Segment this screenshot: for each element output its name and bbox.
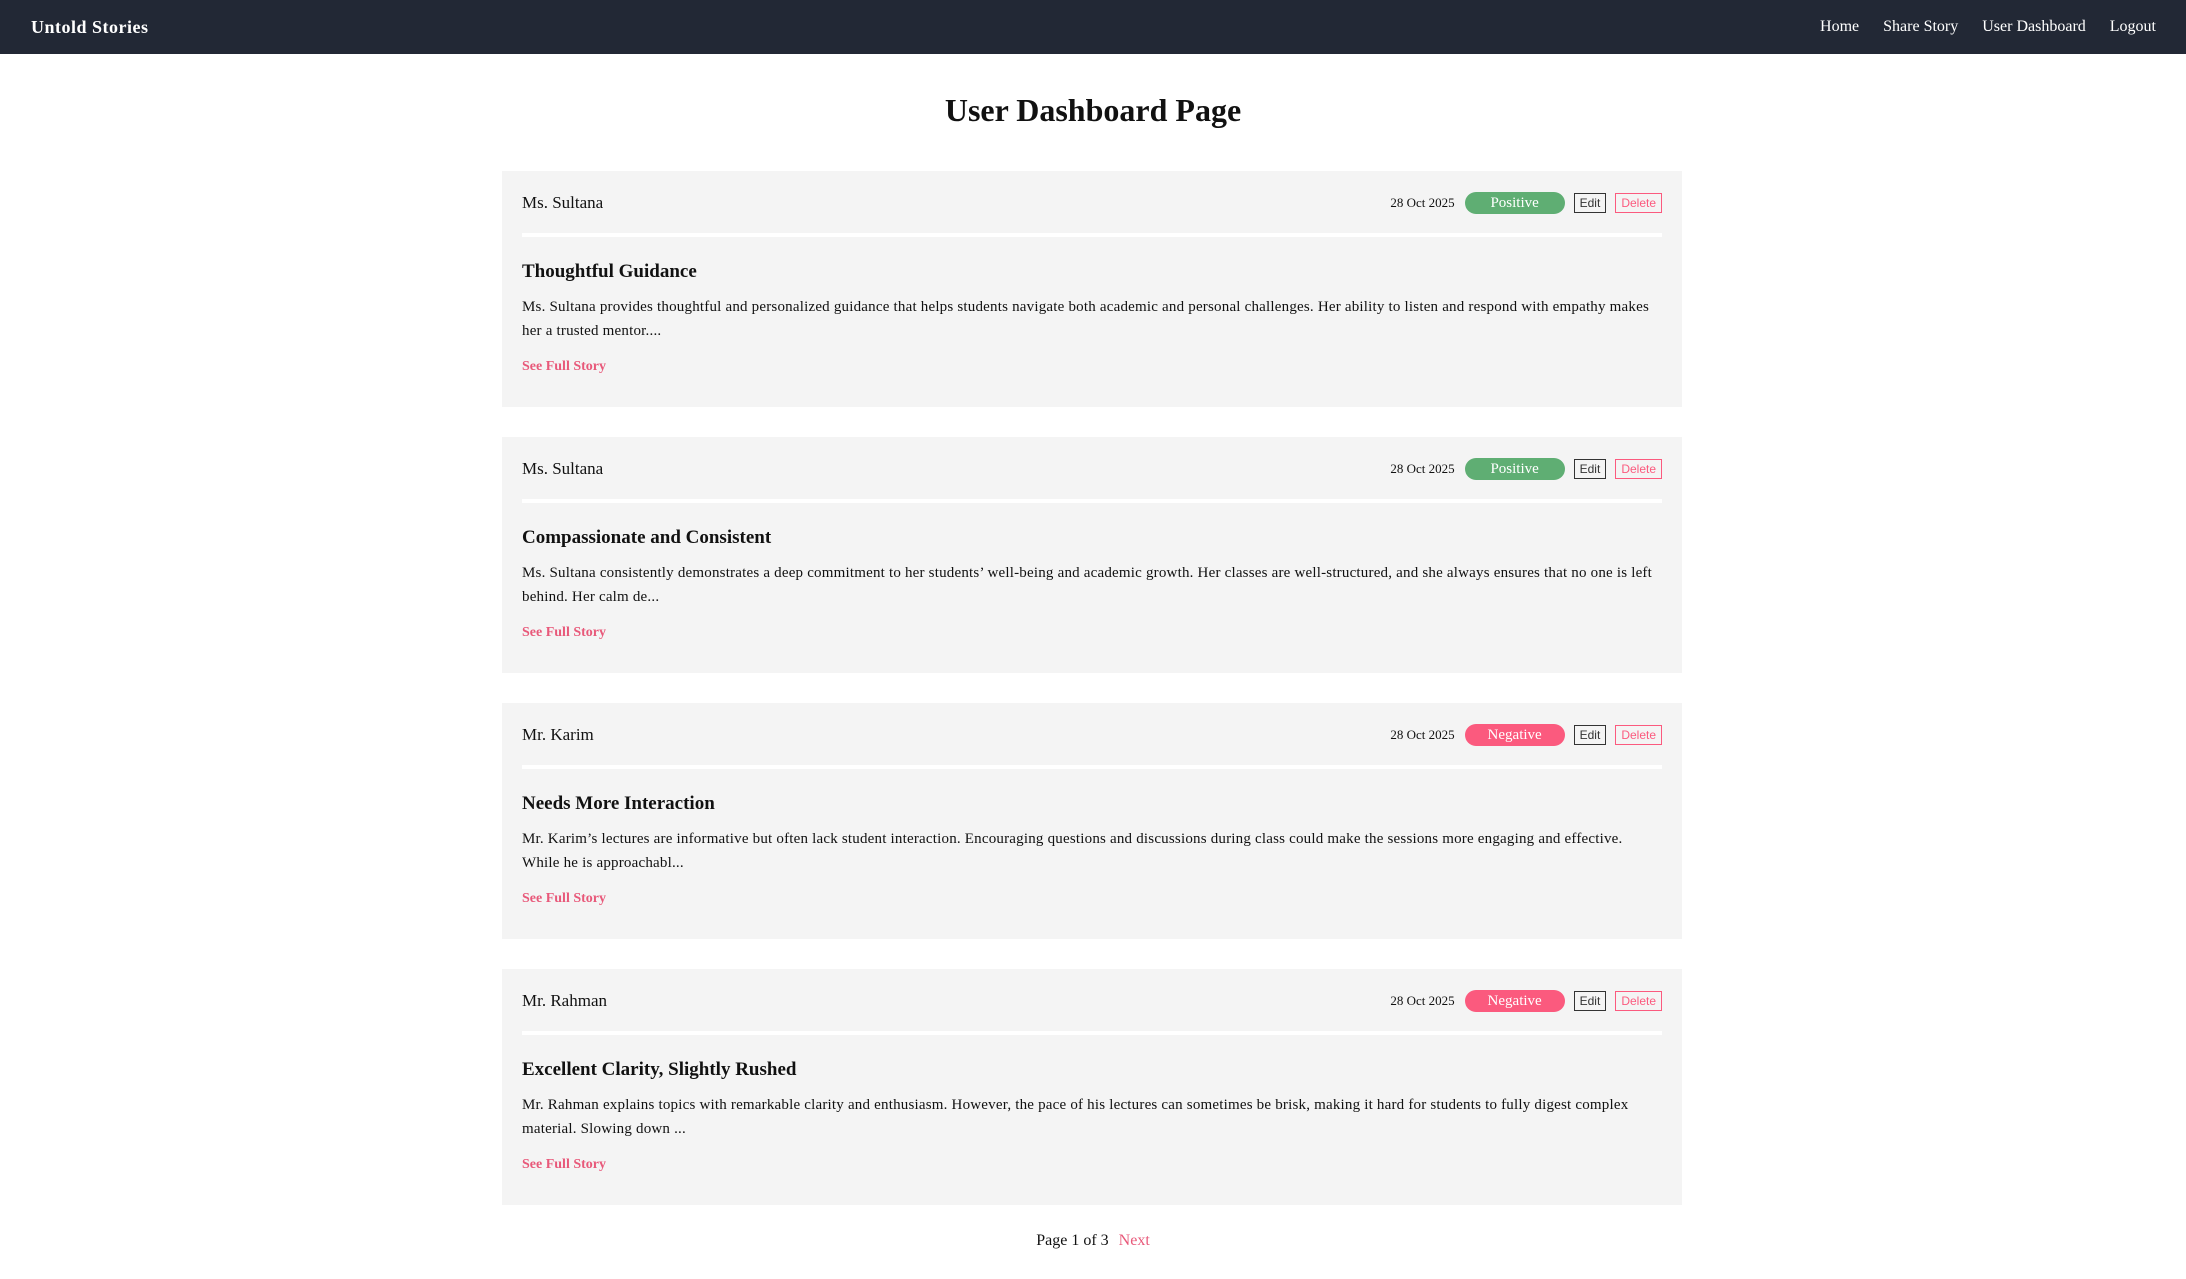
story-date: 28 Oct 2025 bbox=[1390, 460, 1455, 476]
story-card-header: Mr. Rahman 28 Oct 2025 Negative Edit Del… bbox=[522, 969, 1662, 1029]
delete-button[interactable]: Delete bbox=[1615, 458, 1662, 479]
story-title: Excellent Clarity, Slightly Rushed bbox=[522, 1059, 797, 1080]
next-page-link[interactable]: Next bbox=[1119, 1232, 1150, 1249]
card-divider bbox=[522, 499, 1662, 503]
story-date: 28 Oct 2025 bbox=[1390, 992, 1455, 1008]
brand-logo[interactable]: Untold Stories bbox=[31, 17, 149, 38]
sentiment-badge: Positive bbox=[1464, 457, 1565, 480]
delete-button[interactable]: Delete bbox=[1615, 192, 1662, 213]
see-full-story-link[interactable]: See Full Story bbox=[522, 359, 606, 375]
teacher-name: Mr. Karim bbox=[522, 724, 594, 744]
teacher-name: Ms. Sultana bbox=[522, 458, 604, 478]
story-title: Thoughtful Guidance bbox=[522, 261, 697, 282]
nav-link-user-dashboard[interactable]: User Dashboard bbox=[1982, 18, 2086, 36]
story-card-header: Ms. Sultana 28 Oct 2025 Positive Edit De… bbox=[522, 437, 1662, 497]
story-card: Ms. Sultana 28 Oct 2025 Positive Edit De… bbox=[502, 171, 1682, 407]
story-card: Mr. Karim 28 Oct 2025 Negative Edit Dele… bbox=[502, 703, 1682, 939]
see-full-story-link[interactable]: See Full Story bbox=[522, 1157, 606, 1173]
top-navbar: Untold Stories Home Share Story User Das… bbox=[0, 0, 2186, 54]
pagination: Page 1 of 3 Next bbox=[0, 1232, 2186, 1250]
story-excerpt: Ms. Sultana consistently demonstrates a … bbox=[522, 565, 1652, 605]
delete-button[interactable]: Delete bbox=[1615, 990, 1662, 1011]
card-divider bbox=[522, 765, 1662, 769]
story-card-header: Mr. Karim 28 Oct 2025 Negative Edit Dele… bbox=[522, 703, 1662, 763]
card-divider bbox=[522, 233, 1662, 237]
story-card: Mr. Rahman 28 Oct 2025 Negative Edit Del… bbox=[502, 969, 1682, 1205]
story-title: Needs More Interaction bbox=[522, 793, 715, 814]
teacher-name: Mr. Rahman bbox=[522, 990, 607, 1010]
story-meta: 28 Oct 2025 Negative Edit Delete bbox=[1390, 723, 1662, 746]
story-list: Ms. Sultana 28 Oct 2025 Positive Edit De… bbox=[502, 171, 1682, 1235]
page-title: User Dashboard Page bbox=[944, 92, 1242, 128]
story-title: Compassionate and Consistent bbox=[522, 527, 772, 548]
sentiment-badge: Positive bbox=[1464, 191, 1565, 214]
nav-link-logout[interactable]: Logout bbox=[2110, 18, 2156, 36]
story-excerpt: Ms. Sultana provides thoughtful and pers… bbox=[522, 299, 1649, 339]
story-card-header: Ms. Sultana 28 Oct 2025 Positive Edit De… bbox=[522, 171, 1662, 231]
see-full-story-link[interactable]: See Full Story bbox=[522, 891, 606, 907]
story-date: 28 Oct 2025 bbox=[1390, 194, 1455, 210]
story-card: Ms. Sultana 28 Oct 2025 Positive Edit De… bbox=[502, 437, 1682, 673]
nav-links: Home Share Story User Dashboard Logout bbox=[1820, 18, 2156, 36]
see-full-story-link[interactable]: See Full Story bbox=[522, 625, 606, 641]
delete-button[interactable]: Delete bbox=[1615, 724, 1662, 745]
edit-button[interactable]: Edit bbox=[1573, 990, 1607, 1011]
nav-link-share-story[interactable]: Share Story bbox=[1883, 18, 1958, 36]
page-indicator: Page 1 of 3 bbox=[1036, 1232, 1109, 1249]
story-meta: 28 Oct 2025 Negative Edit Delete bbox=[1390, 989, 1662, 1012]
teacher-name: Ms. Sultana bbox=[522, 192, 604, 212]
story-meta: 28 Oct 2025 Positive Edit Delete bbox=[1390, 191, 1662, 214]
story-excerpt: Mr. Karim’s lectures are informative but… bbox=[522, 831, 1623, 871]
story-date: 28 Oct 2025 bbox=[1390, 726, 1455, 742]
edit-button[interactable]: Edit bbox=[1573, 724, 1607, 745]
sentiment-badge: Negative bbox=[1464, 989, 1565, 1012]
story-meta: 28 Oct 2025 Positive Edit Delete bbox=[1390, 457, 1662, 480]
story-excerpt: Mr. Rahman explains topics with remarkab… bbox=[522, 1097, 1629, 1137]
edit-button[interactable]: Edit bbox=[1573, 192, 1607, 213]
nav-link-home[interactable]: Home bbox=[1820, 18, 1859, 36]
edit-button[interactable]: Edit bbox=[1573, 458, 1607, 479]
card-divider bbox=[522, 1031, 1662, 1035]
sentiment-badge: Negative bbox=[1464, 723, 1565, 746]
